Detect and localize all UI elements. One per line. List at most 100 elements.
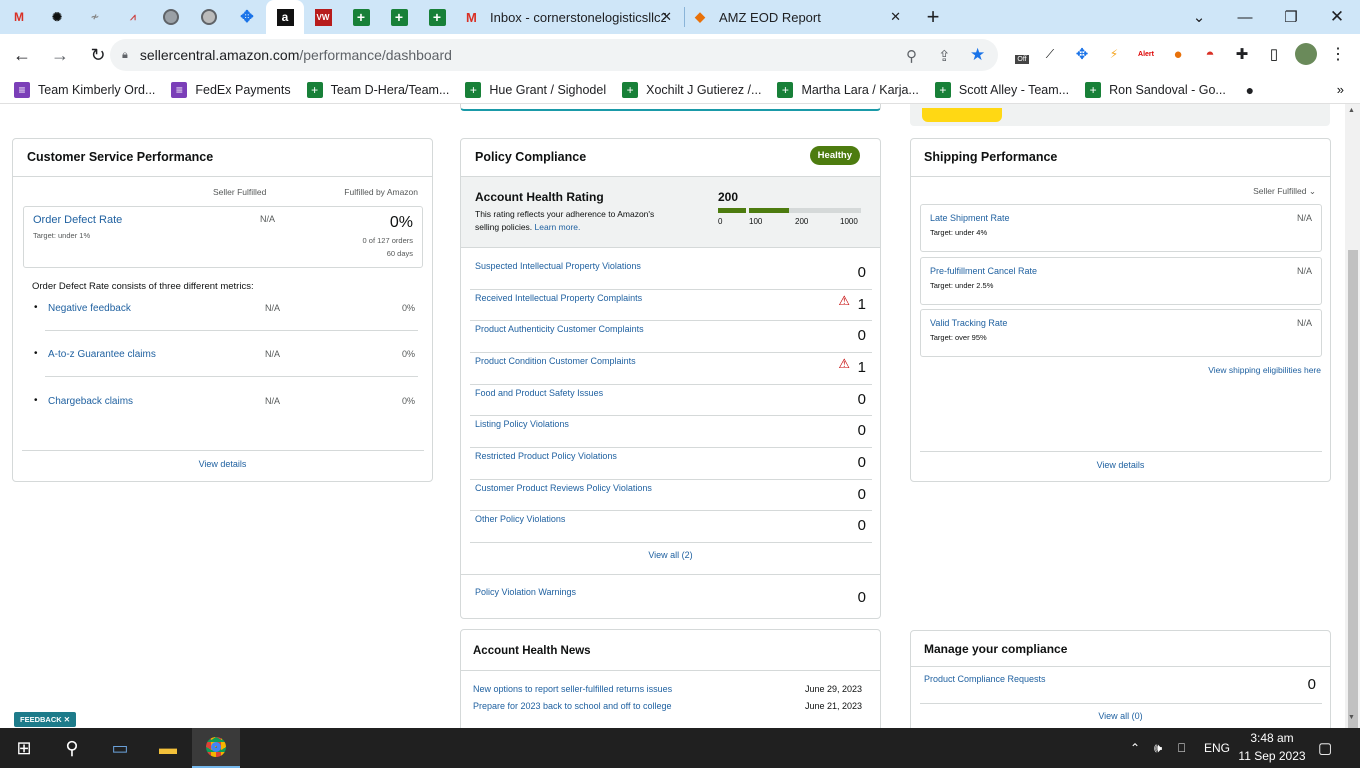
extension-off-icon[interactable]: Off [1010,44,1034,64]
globe-icon[interactable] [190,0,228,34]
close-tab-icon[interactable]: ✕ [661,9,672,25]
policy-row[interactable]: Other Policy Violations 0 [461,510,880,542]
bookmark-item[interactable]: + Team D-Hera/Team... [306,81,449,98]
globe-icon[interactable] [152,0,190,34]
policy-label[interactable]: Product Authenticity Customer Complaints [475,324,644,334]
close-window-button[interactable]: ✕ [1314,0,1360,34]
bookmark-item[interactable]: + Hue Grant / Sighodel [465,81,606,98]
news-link[interactable]: Prepare for 2023 back to school and off … [473,701,671,711]
search-icon[interactable]: ⚲ [48,728,96,768]
minimize-button[interactable]: — [1222,0,1268,34]
sheets-icon[interactable]: + [418,0,456,34]
volume-icon[interactable]: 🕪︎ [1154,740,1162,756]
bookmark-item[interactable]: + Ron Sandoval - Go... [1085,81,1226,98]
bookmarks-overflow-icon[interactable]: » [1337,82,1344,97]
bookmark-globe-item[interactable]: ● [1242,82,1266,98]
extensions-puzzle-icon[interactable]: ✚ [1232,44,1252,64]
address-bar[interactable]: 🔒︎ sellercentral.amazon.com/performance/… [110,39,998,71]
extension-cursor-icon[interactable]: ⟋ [1040,44,1060,64]
policy-row[interactable]: Restricted Product Policy Violations 0 [461,447,880,479]
policy-label[interactable]: Received Intellectual Property Complaint… [475,293,642,303]
metric-label[interactable]: Negative feedback [48,303,131,314]
notification-icon[interactable]: ▢ [1318,739,1332,757]
order-defect-rate-link[interactable]: Order Defect Rate [33,214,122,226]
policy-label[interactable]: Customer Product Reviews Policy Violatio… [475,483,652,493]
sheets-icon[interactable]: + [342,0,380,34]
share-icon[interactable]: ⇪ [938,47,951,65]
trend-icon[interactable]: ≁ [76,0,114,34]
bookmark-item[interactable]: ≡ FedEx Payments [171,81,291,98]
extension-compass-icon[interactable]: ✥ [1072,44,1092,64]
new-tab-button[interactable]: + [913,4,953,30]
scroll-down-icon[interactable]: ▼ [1348,714,1355,721]
policy-label[interactable]: Listing Policy Violations [475,419,569,429]
metric-label[interactable]: Pre-fulfillment Cancel Rate [930,266,1037,276]
bookmark-item[interactable]: ≡ Team Kimberly Ord... [14,81,155,98]
metric-label[interactable]: Chargeback claims [48,396,133,407]
bookmark-item[interactable]: + Scott Alley - Team... [934,81,1069,98]
policy-row[interactable]: Product Authenticity Customer Complaints… [461,320,880,352]
policy-label[interactable]: Product Condition Customer Complaints [475,356,636,366]
partial-yellow-button[interactable] [922,108,1002,122]
seller-fulfilled-dropdown[interactable]: Seller Fulfilled ⌄ [1253,186,1316,197]
policy-row[interactable]: Listing Policy Violations 0 [461,415,880,447]
bookmark-item[interactable]: + Martha Lara / Karja... [777,81,919,98]
policy-row[interactable]: Food and Product Safety Issues 0 [461,384,880,416]
policy-label[interactable]: Food and Product Safety Issues [475,388,603,398]
show-hidden-icons[interactable]: ⌃ [1130,741,1140,755]
extension-boost-icon[interactable]: ⚡︎ [1104,44,1124,64]
chrome-icon[interactable] [192,728,240,768]
bookmark-item[interactable]: + Xochilt J Gutierez /... [622,81,761,98]
policy-row[interactable]: Suspected Intellectual Property Violatio… [461,257,880,289]
policy-row[interactable]: Received Intellectual Property Complaint… [461,289,880,321]
forward-button[interactable]: → [44,39,76,71]
metric-label[interactable]: Late Shipment Rate [930,213,1010,223]
page-scrollbar[interactable]: ▲ ▼ [1345,104,1360,738]
network-icon[interactable]: ⎕ [1178,741,1185,756]
extension-pokeball-icon[interactable]: ◓ [1200,44,1220,64]
amazon-icon[interactable]: a [266,0,304,34]
scroll-thumb[interactable] [1348,250,1358,738]
view-details-link[interactable]: View details [911,460,1330,470]
feedback-button[interactable]: FEEDBACK ✕ [14,712,77,727]
view-all-link[interactable]: View all (0) [911,711,1330,721]
zoom-icon[interactable]: ⚲ [906,47,917,65]
shipping-eligibilities-link[interactable]: View shipping eligibilities here [1208,365,1321,375]
extension-alert-icon[interactable]: Alert [1136,44,1156,64]
policy-violation-warnings-link[interactable]: Policy Violation Warnings [475,587,576,597]
tab-search-icon[interactable]: ⌄ [1176,0,1222,34]
policy-label[interactable]: Other Policy Violations [475,514,565,524]
chart-icon[interactable]: ⩘ [114,0,152,34]
language-indicator[interactable]: ENG [1204,741,1230,755]
chatgpt-icon[interactable]: ✺ [38,0,76,34]
view-all-link[interactable]: View all (2) [461,550,880,560]
file-explorer-icon[interactable]: ▬ [144,728,192,768]
gmail-icon[interactable]: M [0,0,38,34]
profile-avatar[interactable] [1295,43,1317,65]
menu-icon[interactable]: ⋮ [1328,44,1348,64]
clock-time[interactable]: 3:48 am [1241,731,1303,745]
clock-date[interactable]: 11 Sep 2023 [1236,749,1308,763]
metric-label[interactable]: A-to-z Guarantee claims [48,349,156,360]
close-tab-icon[interactable]: ✕ [890,9,901,25]
view-details-link[interactable]: View details [13,459,432,469]
vw-icon[interactable]: VW [304,0,342,34]
extension-orange-icon[interactable]: ● [1168,44,1188,64]
policy-label[interactable]: Restricted Product Policy Violations [475,451,617,461]
tab-amz-eod-report[interactable]: ◆ AMZ EOD Report ✕ [685,0,913,34]
back-button[interactable]: ← [6,39,38,71]
compass-icon[interactable]: ✥ [228,0,266,34]
side-panel-icon[interactable]: ▯ [1264,44,1284,64]
bookmark-star-icon[interactable]: ★ [970,45,985,65]
scroll-up-icon[interactable]: ▲ [1348,107,1355,114]
sheets-icon[interactable]: + [380,0,418,34]
policy-row[interactable]: Customer Product Reviews Policy Violatio… [461,479,880,511]
product-compliance-requests-link[interactable]: Product Compliance Requests [924,674,1046,684]
policy-label[interactable]: Suspected Intellectual Property Violatio… [475,261,641,271]
tab-inbox[interactable]: M Inbox - cornerstonelogisticsllc20... ✕ [456,0,684,34]
news-link[interactable]: New options to report seller-fulfilled r… [473,684,672,694]
computer-app-icon[interactable]: ▭ [96,728,144,768]
metric-label[interactable]: Valid Tracking Rate [930,318,1007,328]
maximize-button[interactable]: ❐ [1268,0,1314,34]
learn-more-link[interactable]: Learn more. [535,222,581,232]
